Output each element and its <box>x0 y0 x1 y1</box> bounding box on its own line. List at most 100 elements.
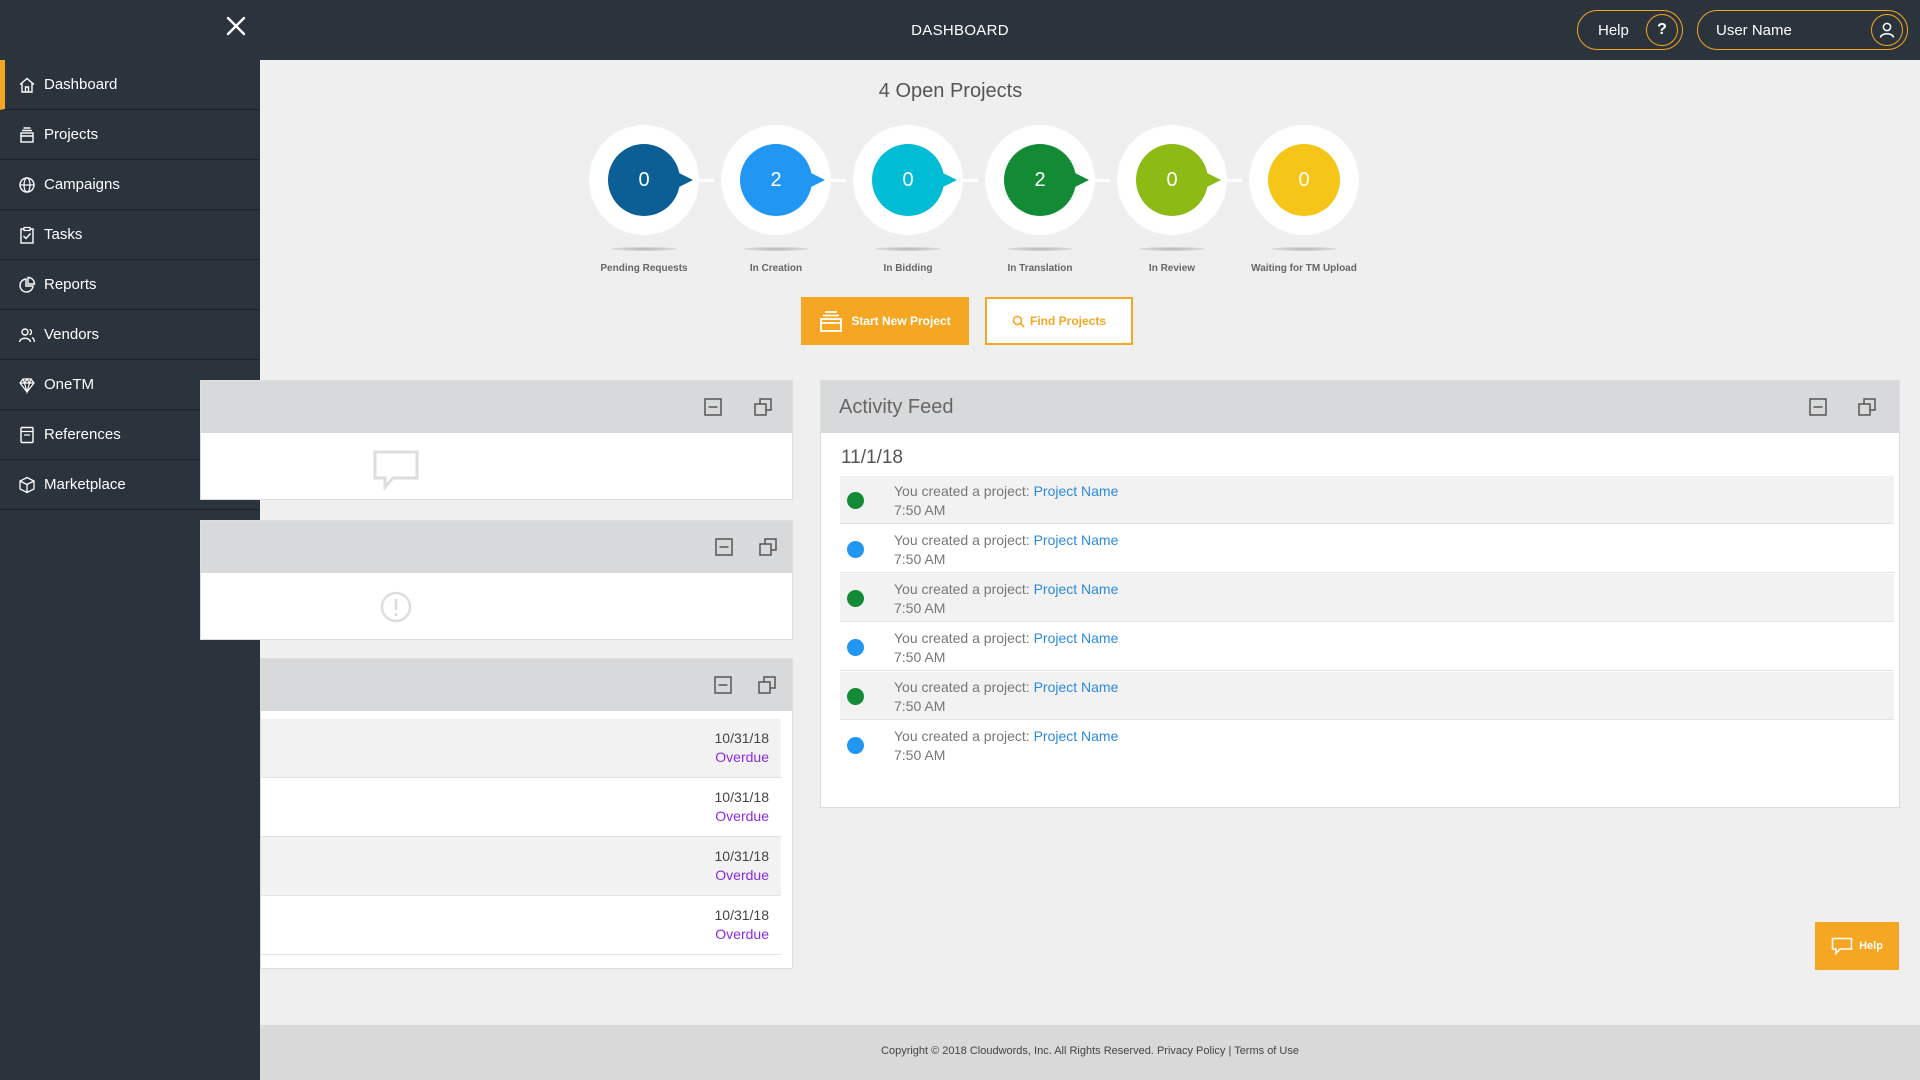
task-status[interactable]: Overdue <box>715 867 769 883</box>
top-bar: DASHBOARD Help ? User Name <box>0 0 1920 60</box>
chat-bubble-icon <box>373 450 419 490</box>
stage-in-bidding[interactable]: 0 In Bidding <box>853 125 963 274</box>
task-date: 10/31/18 <box>714 789 770 805</box>
terms-of-use-link[interactable]: Terms of Use <box>1234 1045 1299 1057</box>
feed-time: 7:50 AM <box>894 551 946 567</box>
help-button[interactable]: Help ? <box>1577 10 1683 50</box>
stage-pending-requests[interactable]: 0 Pending Requests <box>589 125 699 274</box>
project-link[interactable]: Project Name <box>1034 532 1119 548</box>
sidebar-item-label: Marketplace <box>44 476 126 493</box>
panel-title: Activity Feed <box>839 396 954 418</box>
open-projects-title: 4 Open Projects <box>878 80 1023 102</box>
sidebar-item-projects[interactable]: Projects <box>0 110 260 160</box>
minimize-icon[interactable] <box>1808 397 1828 417</box>
task-status[interactable]: Overdue <box>715 749 769 765</box>
box-icon <box>19 476 35 493</box>
alerts-panel <box>200 520 793 640</box>
task-date: 10/31/18 <box>714 907 770 923</box>
project-link[interactable]: Project Name <box>1034 581 1119 597</box>
project-link[interactable]: Project Name <box>1034 483 1119 499</box>
footer-text: Copyright © 2018 Cloudwords, Inc. All Ri… <box>260 1045 1920 1057</box>
stage-in-creation[interactable]: 2 In Creation <box>721 125 831 274</box>
sidebar-item-tasks[interactable]: Tasks <box>0 210 260 260</box>
stage-ring: 0 <box>1249 125 1359 235</box>
alert-circle-icon <box>380 591 412 623</box>
sidebar-item-label: References <box>44 426 121 443</box>
stage-shadow <box>1271 247 1337 251</box>
globe-icon <box>19 176 35 193</box>
sidebar-item-campaigns[interactable]: Campaigns <box>0 160 260 210</box>
sidebar-item-dashboard[interactable]: Dashboard <box>0 60 260 110</box>
table-row[interactable]: 10/31/18 Overdue <box>261 719 781 778</box>
feed-time: 7:50 AM <box>894 747 946 763</box>
find-projects-button[interactable]: Find Projects <box>985 297 1133 345</box>
panel-header <box>261 659 792 711</box>
help-chat-button[interactable]: Help <box>1815 922 1899 970</box>
user-menu-button[interactable]: User Name <box>1697 10 1908 50</box>
sidebar-item-label: Reports <box>44 276 97 293</box>
feed-date-heading: 11/1/18 <box>841 447 903 468</box>
popout-icon[interactable] <box>757 675 777 695</box>
stage-in-translation[interactable]: 2 In Translation <box>985 125 1095 274</box>
privacy-policy-link[interactable]: Privacy Policy <box>1157 1045 1225 1057</box>
popout-icon[interactable] <box>1857 397 1877 417</box>
stage-ring: 0 <box>589 125 699 235</box>
stage-label: Waiting for TM Upload <box>1251 263 1357 274</box>
find-projects-label: Find Projects <box>1029 314 1106 328</box>
stage-waiting-tm-upload[interactable]: 0 Waiting for TM Upload <box>1249 125 1359 274</box>
sidebar-item-label: OneTM <box>44 376 95 393</box>
status-dot <box>847 541 864 558</box>
project-link[interactable]: Project Name <box>1034 728 1119 744</box>
table-row[interactable]: 10/31/18 Overdue <box>261 778 781 837</box>
popout-icon[interactable] <box>753 397 773 417</box>
feed-message: You created a project: <box>894 728 1034 744</box>
table-row[interactable]: 10/31/18 Overdue <box>261 896 781 955</box>
popout-icon[interactable] <box>758 537 778 557</box>
project-link[interactable]: Project Name <box>1034 679 1119 695</box>
task-status[interactable]: Overdue <box>715 808 769 824</box>
stage-count: 2 <box>740 144 812 216</box>
feed-time: 7:50 AM <box>894 698 946 714</box>
minimize-icon[interactable] <box>703 397 723 417</box>
close-icon[interactable] <box>222 12 250 40</box>
minimize-icon[interactable] <box>713 675 733 695</box>
minimize-icon[interactable] <box>714 537 734 557</box>
messages-panel <box>200 380 793 500</box>
project-link[interactable]: Project Name <box>1034 630 1119 646</box>
feed-text: You created a project: Project Name <box>894 581 1118 597</box>
sidebar-item-label: Projects <box>44 126 99 143</box>
status-dot <box>847 688 864 705</box>
task-status[interactable]: Overdue <box>715 926 769 942</box>
question-icon: ? <box>1646 14 1678 46</box>
help-button-label: Help <box>1598 21 1629 39</box>
status-dot <box>847 492 864 509</box>
feed-text: You created a project: Project Name <box>894 483 1118 499</box>
feed-text: You created a project: Project Name <box>894 728 1118 744</box>
footer-separator: | <box>1228 1045 1232 1057</box>
list-item: You created a project: Project Name 7:50… <box>840 525 1894 573</box>
start-new-project-button[interactable]: Start New Project <box>801 297 969 345</box>
stage-ring: 2 <box>721 125 831 235</box>
stage-count: 2 <box>1004 144 1076 216</box>
stage-shadow <box>1007 247 1073 251</box>
feed-message: You created a project: <box>894 581 1034 597</box>
feed-message: You created a project: <box>894 483 1034 499</box>
panel-header <box>201 521 792 573</box>
footer: Copyright © 2018 Cloudwords, Inc. All Ri… <box>260 1025 1920 1080</box>
user-name-label: User Name <box>1716 21 1792 39</box>
stage-in-review[interactable]: 0 In Review <box>1117 125 1227 274</box>
feed-time: 7:50 AM <box>894 502 946 518</box>
status-dot <box>847 639 864 656</box>
user-icon <box>1871 14 1903 46</box>
list-item: You created a project: Project Name 7:50… <box>840 574 1894 622</box>
sidebar-item-vendors[interactable]: Vendors <box>0 310 260 360</box>
sidebar-item-reports[interactable]: Reports <box>0 260 260 310</box>
copyright-text: Copyright © 2018 Cloudwords, Inc. All Ri… <box>881 1045 1154 1057</box>
sidebar-item-label: Vendors <box>44 326 100 343</box>
table-row[interactable]: 10/31/18 Overdue <box>261 837 781 896</box>
home-icon <box>19 77 35 93</box>
stage-ring: 0 <box>853 125 963 235</box>
feed-time: 7:50 AM <box>894 649 946 665</box>
people-icon <box>18 327 36 342</box>
feed-message: You created a project: <box>894 532 1034 548</box>
